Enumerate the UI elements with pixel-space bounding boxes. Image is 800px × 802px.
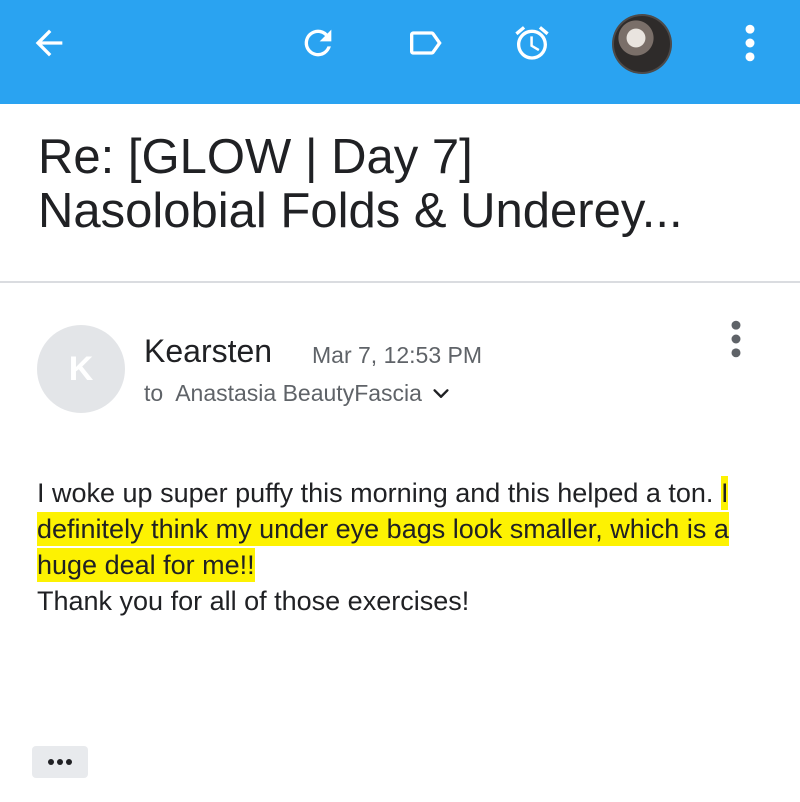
message-more-icon[interactable] [720,320,752,360]
chevron-down-icon[interactable] [430,383,452,405]
sender-avatar[interactable]: K [37,325,125,413]
label-icon[interactable] [400,18,450,68]
body-text-part-2: Thank you for all of those exercises! [37,586,470,616]
back-arrow-icon[interactable] [24,18,74,68]
message-date: Mar 7, 12:53 PM [312,342,483,368]
app-toolbar [0,0,800,104]
more-vert-icon[interactable] [736,18,764,68]
refresh-icon[interactable] [293,18,343,68]
snooze-alarm-icon[interactable] [507,18,557,68]
show-trimmed-content-button[interactable] [32,746,88,778]
divider [0,281,800,283]
subject-line-1: Re: [GLOW | Day 7] [38,130,473,184]
account-avatar[interactable] [612,14,672,74]
body-text-part-1: I woke up super puffy this morning and t… [37,478,721,508]
recipient-name: Anastasia BeautyFascia [175,380,422,406]
sender-name: Kearsten [144,333,273,369]
email-subject: Re: [GLOW | Day 7] Nasolobial Folds & Un… [38,130,778,238]
message-body: I woke up super puffy this morning and t… [37,475,777,619]
to-label: to [144,380,164,406]
subject-line-2: Nasolobial Folds & Underey... [38,184,683,238]
recipient-details[interactable]: to Anastasia BeautyFascia [144,380,452,407]
more-horiz-icon [48,759,72,765]
